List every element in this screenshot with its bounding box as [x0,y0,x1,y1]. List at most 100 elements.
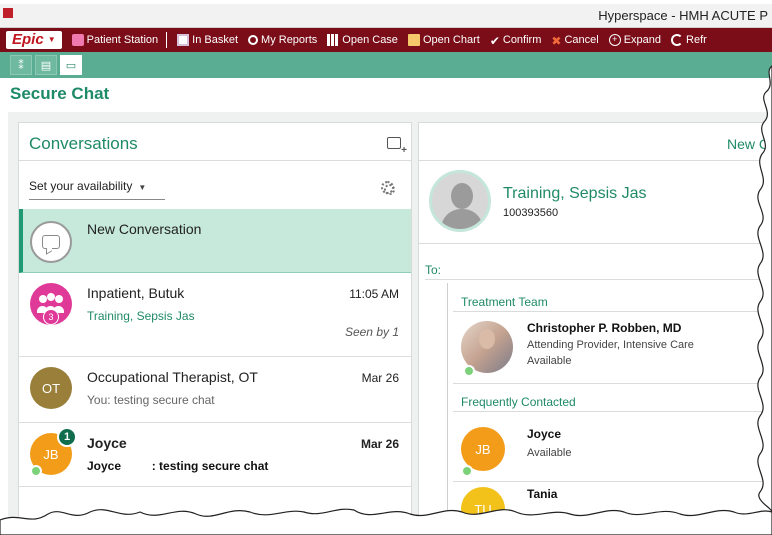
avatar: TU [461,487,505,531]
settings-gears-icon[interactable] [381,181,395,195]
refresh-button[interactable]: Refr [671,34,707,46]
patient-station-icon [71,34,84,46]
conversations-panel: Conversations Set your availability ▼ New… [18,122,412,535]
patient-station-button[interactable]: Patient Station [71,34,159,46]
plus-circle-icon: + [608,34,621,46]
recipient-item[interactable]: Christopher P. Robben, MD Attending Prov… [461,321,772,381]
conversation-preview: You: testing secure chat [87,393,215,407]
tree-rail [447,283,448,535]
recipient-item[interactable]: JB Joyce Available [461,427,772,487]
divider [453,411,772,412]
confirm-label: Confirm [502,34,542,46]
search-icon [248,35,259,45]
patient-name[interactable]: Training, Sepsis Jas [503,185,646,203]
activity-tab-bar: ⁑ ▤ ▭ [0,52,772,78]
conversation-item-new[interactable]: New Conversation [19,209,411,273]
avatar: OT [30,367,72,409]
to-field-label: To: [425,263,442,277]
refresh-label: Refr [686,34,707,46]
x-icon: ✖ [551,34,562,48]
conversation-name: Occupational Therapist, OT [87,369,258,385]
conversations-header: Conversations [29,134,138,153]
new-conversation-avatar [30,221,72,263]
tab-secure-chat[interactable]: ▭ [60,55,82,75]
treatment-team-header: Treatment Team [461,295,548,309]
unread-count-badge: 1 [57,427,77,447]
cancel-label: Cancel [564,34,599,46]
recipient-role: Attending Provider, Intensive Care [527,339,694,351]
epic-menu-button[interactable]: Epic ▼ [6,31,62,49]
new-conversation-header: New C [726,136,769,152]
conversation-name: Joyce [87,435,127,451]
refresh-icon [671,34,684,46]
divider [19,160,411,161]
page-title: Secure Chat [10,84,110,103]
divider [453,383,772,384]
main-area: Conversations Set your availability ▼ New… [8,112,772,535]
my-reports-label: My Reports [261,34,318,46]
available-status-dot [30,465,42,477]
patient-photo-placeholder [429,170,491,232]
tab-people-list[interactable]: ⁑ [10,55,32,75]
preview-text: : testing secure chat [151,459,269,473]
recipient-item[interactable]: TU Tania [461,487,772,535]
to-field-input[interactable] [425,279,772,280]
preview-sender: Joyce [87,459,122,473]
conversation-time: Mar 26 [361,371,399,385]
seen-by-indicator: Seen by 1 [344,325,399,339]
availability-dropdown[interactable]: Set your availability ▼ [29,179,165,200]
conversation-item-ot[interactable]: OT Occupational Therapist, OT Mar 26 You… [19,357,411,423]
epic-logo-text: Epic [12,31,44,48]
window-title: Hyperspace - HMH ACUTE P [598,8,768,23]
divider [453,481,772,482]
availability-label: Set your availability [29,179,133,193]
recipient-status: Available [527,447,572,459]
open-chart-label: Open Chart [422,34,480,46]
conversation-time: 11:05 AM [349,287,399,301]
people-list-icon: ⁑ [18,59,24,72]
open-case-button[interactable]: Open Case [327,34,398,46]
open-chart-button[interactable]: Open Chart [407,34,480,46]
expand-button[interactable]: + Expand [608,34,662,46]
chart-window-icon: ▤ [40,59,52,72]
divider [419,160,772,161]
frequently-contacted-header: Frequently Contacted [461,395,576,409]
grid-icon [327,34,340,46]
expand-label: Expand [623,34,662,46]
conversation-item-group[interactable]: 3 Inpatient, Butuk 11:05 AM Training, Se… [19,273,411,357]
checkmark-icon: ✔ [489,34,500,48]
divider [419,243,772,244]
chat-bubble-icon [42,235,60,249]
group-member-count-badge: 3 [43,309,59,325]
recipient-status: Available [527,355,572,367]
patient-mrn: 100393560 [503,207,559,219]
recipient-name: Christopher P. Robben, MD [527,321,682,335]
chevron-down-icon: ▼ [138,183,147,192]
cancel-button[interactable]: ✖ Cancel [551,34,599,48]
conversation-preview: Joyce : testing secure chat [87,459,268,473]
confirm-button[interactable]: ✔ Confirm [489,34,542,48]
patient-station-label: Patient Station [86,34,159,46]
toolbar-separator [166,32,168,48]
recipient-name: Joyce [527,427,562,441]
divider [453,311,772,312]
conversation-list: New Conversation 3 Inpatient, Butuk 11:0… [19,209,411,487]
conversation-preview: Training, Sepsis Jas [87,309,195,323]
new-chat-icon[interactable] [387,137,407,156]
conversation-item-joyce[interactable]: JB 1 Joyce Mar 26 Joyce : testing secure… [19,423,411,487]
chevron-down-icon: ▼ [47,35,56,44]
available-status-dot [463,365,475,377]
conversation-name: New Conversation [87,221,202,237]
recipient-name: Tania [527,487,558,501]
app-icon [3,8,13,18]
in-basket-icon [177,34,190,46]
my-reports-button[interactable]: My Reports [248,34,317,46]
tab-chart-window[interactable]: ▤ [35,55,57,75]
chat-bubble-icon: ▭ [65,59,77,72]
open-case-label: Open Case [342,34,398,46]
window-titlebar: Hyperspace - HMH ACUTE P [0,4,772,28]
available-status-dot [461,465,473,477]
in-basket-label: In Basket [192,34,239,46]
epic-toolbar: Epic ▼ Patient Station In Basket My Repo… [0,28,772,52]
in-basket-button[interactable]: In Basket [177,34,238,46]
